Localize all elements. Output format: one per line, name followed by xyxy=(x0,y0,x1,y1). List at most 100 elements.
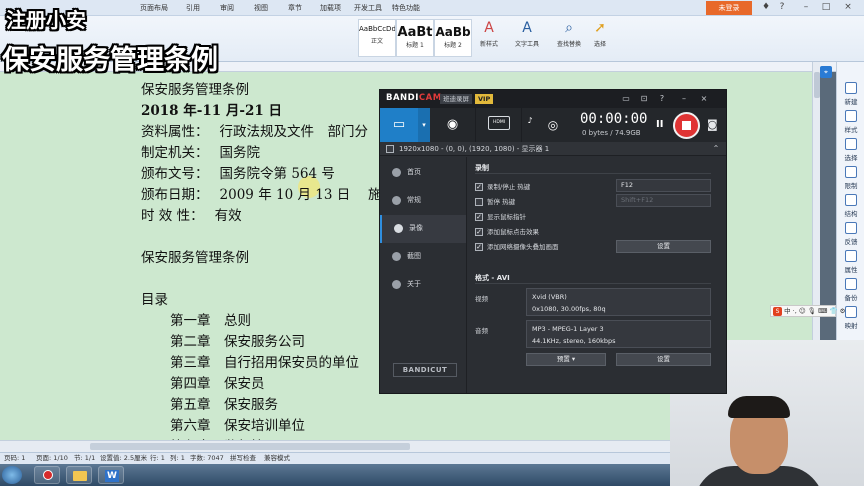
pane-select-label: 选择 xyxy=(844,154,858,162)
find-replace-button[interactable]: ⌕ 查找替换 xyxy=(554,20,584,48)
tab-chapter[interactable]: 章节 xyxy=(288,3,302,13)
ime-toolbar[interactable]: S 中 ·, ☺ 🎙 ⌨ 👕 ⚙ xyxy=(770,305,845,317)
pane-style-label: 样式 xyxy=(844,126,858,134)
format-settings-button[interactable]: 设置 xyxy=(616,353,711,366)
option-record-hotkey[interactable]: ✓ 录制/停止 热键 xyxy=(475,181,530,191)
horizontal-scroll-thumb[interactable] xyxy=(90,443,410,450)
taskbar-bandicam[interactable] xyxy=(34,466,60,484)
target-area-bar[interactable]: 1920x1080 - (0, 0), (1920, 1080) - 显示器 1… xyxy=(380,142,726,156)
checkbox[interactable] xyxy=(475,198,483,206)
pane-feedback[interactable]: 反馈 xyxy=(837,222,864,246)
doc-line: 颁布日期： 2009 年 10 月 13 日 施 xyxy=(141,187,382,203)
nav-general[interactable]: 常规 xyxy=(380,187,466,215)
tab-review[interactable]: 审阅 xyxy=(220,3,234,13)
minimize-icon[interactable]: – xyxy=(678,93,690,105)
login-button[interactable]: 未登录 xyxy=(706,1,752,15)
minimize-icon[interactable]: – xyxy=(800,2,812,13)
checkbox[interactable]: ✓ xyxy=(475,213,483,221)
record-hotkey-field[interactable]: F12 xyxy=(616,179,711,192)
help-icon[interactable]: ? xyxy=(656,93,668,105)
bandicut-button[interactable]: BANDICUT xyxy=(393,363,457,377)
text-tool-button[interactable]: A 文字工具 xyxy=(510,20,544,48)
camera-icon[interactable]: ◙ xyxy=(707,118,718,131)
pause-icon[interactable]: II xyxy=(656,119,663,130)
screen-mode-button[interactable]: ▭ xyxy=(380,108,418,142)
doc-line: 第三章 自行招用保安员的单位 xyxy=(170,355,359,371)
find-replace-icon: ⌕ xyxy=(565,20,573,36)
option-pause-hotkey[interactable]: 暂停 热键 xyxy=(475,196,515,206)
nav-home[interactable]: 首页 xyxy=(380,159,466,187)
pane-select[interactable]: 选择 xyxy=(837,138,864,162)
select-button[interactable]: ➚ 选择 xyxy=(590,20,610,48)
option-webcam-overlay[interactable]: ✓ 添加网络摄像头叠加画面 xyxy=(475,241,559,251)
audio-toggle[interactable]: ♪ xyxy=(522,108,538,142)
bandicam-promo[interactable]: 班迪录屏 xyxy=(440,94,472,104)
taskbar-wps[interactable]: W xyxy=(98,466,124,484)
tab-references[interactable]: 引用 xyxy=(186,3,200,13)
pane-backup[interactable]: 备份 xyxy=(837,278,864,302)
audio-format-box[interactable]: MP3 - MPEG-1 Layer 3 44.1KHz, stereo, 16… xyxy=(526,320,711,348)
skin-icon[interactable]: ♦ xyxy=(760,2,772,13)
vip-badge[interactable]: VIP xyxy=(475,94,494,104)
video-detail: 0x1080, 30.00fps, 80q xyxy=(532,305,606,313)
status-section: 节: 1/1 xyxy=(74,454,96,462)
lock-icon[interactable]: ⊡ xyxy=(638,93,650,105)
start-icon[interactable] xyxy=(2,466,22,484)
location-pin-icon[interactable]: ⌖ xyxy=(820,66,832,78)
nav-about[interactable]: 关于 xyxy=(380,271,466,299)
pane-restrict[interactable]: 限制 xyxy=(837,166,864,190)
new-doc-icon xyxy=(845,82,857,94)
close-icon[interactable]: × xyxy=(842,2,854,13)
record-button[interactable] xyxy=(673,112,700,139)
style-heading-2[interactable]: AaBb 标题 2 xyxy=(434,19,472,57)
new-style-button[interactable]: A 新样式 xyxy=(476,20,502,48)
option-click-effect[interactable]: ✓ 添加鼠标点击效果 xyxy=(475,226,539,236)
bandicam-sidebar: 首页 常规 录像 截图 关于 BANDICUT xyxy=(380,157,467,393)
screen-mode-dropdown[interactable]: ▾ xyxy=(418,108,430,142)
pane-structure[interactable]: 结构 xyxy=(837,194,864,218)
device-mode-button[interactable]: HDMI xyxy=(476,108,522,142)
maximize-icon[interactable]: □ xyxy=(820,2,832,13)
tab-special-features[interactable]: 特色功能 xyxy=(392,3,420,13)
bandicam-titlebar[interactable]: BANDICAM 班迪录屏 VIP ▭ ⊡ ? – × xyxy=(380,90,726,108)
status-words[interactable]: 字数: 7047 xyxy=(190,453,224,464)
pane-new[interactable]: 新建 xyxy=(837,82,864,106)
pane-properties[interactable]: 属性 xyxy=(837,250,864,274)
style-heading-1[interactable]: AaBt 标题 1 xyxy=(396,19,434,57)
checkbox[interactable]: ✓ xyxy=(475,228,483,236)
close-icon[interactable]: × xyxy=(698,93,710,105)
record-section-title: 录制 xyxy=(475,164,489,172)
pane-structure-label: 结构 xyxy=(844,210,858,218)
chevron-up-icon[interactable]: ⌃ xyxy=(710,143,722,155)
tab-addins[interactable]: 加载项 xyxy=(320,3,341,13)
webcam-icon: ◎ xyxy=(547,118,559,132)
webcam-settings-button[interactable]: 设置 xyxy=(616,240,711,253)
pane-backup-label: 备份 xyxy=(844,294,858,302)
checkbox[interactable]: ✓ xyxy=(475,183,483,191)
folder-icon[interactable]: ▭ xyxy=(620,93,632,105)
structure-icon xyxy=(845,194,857,206)
status-spell[interactable]: 拼写检查 xyxy=(230,453,256,464)
status-row: 行: 1 xyxy=(150,454,165,462)
preset-dropdown[interactable]: 预置 ▾ xyxy=(526,353,606,366)
option-show-cursor[interactable]: ✓ 显示鼠标指针 xyxy=(475,211,526,221)
hdmi-icon: HDMI xyxy=(488,116,510,130)
tab-view[interactable]: 视图 xyxy=(254,3,268,13)
style-normal[interactable]: AaBbCcDd 正文 xyxy=(358,19,396,57)
tab-page-layout[interactable]: 页面布局 xyxy=(140,3,168,13)
pause-hotkey-field[interactable]: Shift+F12 xyxy=(616,194,711,207)
nav-screenshot[interactable]: 截图 xyxy=(380,243,466,271)
nav-video[interactable]: 录像 xyxy=(380,215,466,243)
checkbox[interactable]: ✓ xyxy=(475,243,483,251)
doc-line: 第五章 保安服务 xyxy=(170,397,278,413)
target-checkbox[interactable] xyxy=(386,145,394,153)
webcam-toggle[interactable]: ◎ xyxy=(538,108,568,142)
ribbon-tabs: 页面布局 引用 审阅 视图 章节 加载项 开发工具 特色功能 未登录 ♦ ? –… xyxy=(0,0,864,16)
taskbar-explorer[interactable] xyxy=(66,466,92,484)
tab-developer[interactable]: 开发工具 xyxy=(354,3,382,13)
help-icon[interactable]: ? xyxy=(776,2,788,13)
status-compat: 兼容模式 xyxy=(264,454,290,462)
video-format-box[interactable]: Xvid (VBR) 0x1080, 30.00fps, 80q xyxy=(526,288,711,316)
pane-style[interactable]: 样式 xyxy=(837,110,864,134)
game-mode-button[interactable]: ◉ xyxy=(430,108,476,142)
